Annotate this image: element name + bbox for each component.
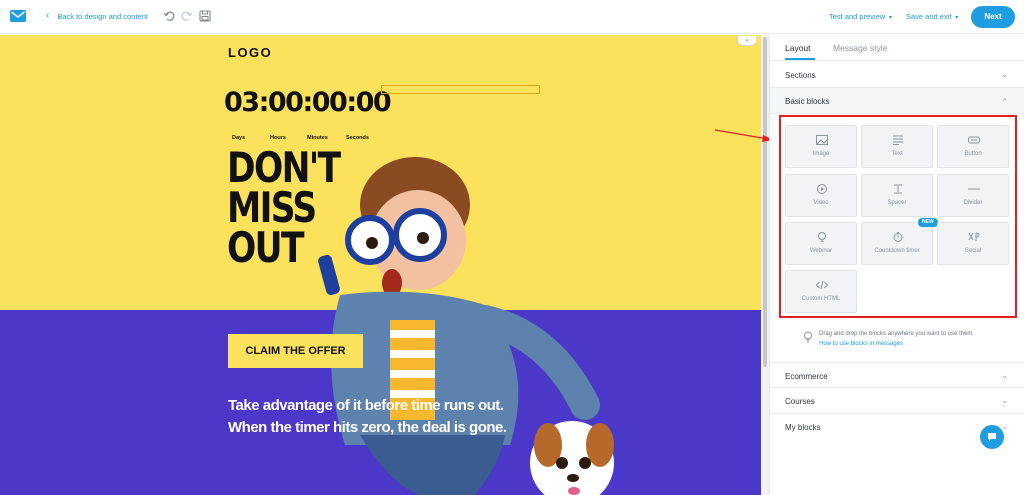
timer-icon (893, 232, 903, 242)
basic-blocks-label: Basic blocks (785, 97, 830, 106)
email-logo[interactable]: LOGO (228, 45, 272, 60)
block-button[interactable]: Button (937, 125, 1009, 168)
blocks-tip: Drag and drop the blocks anywhere you wa… (819, 329, 972, 349)
video-icon (817, 184, 827, 194)
ecommerce-label: Ecommerce (785, 372, 828, 381)
test-and-preview-menu[interactable]: Test and preview ▾ (829, 12, 892, 21)
courses-label: Courses (785, 397, 815, 406)
chat-support-button[interactable] (980, 425, 1004, 449)
divider-icon (968, 188, 980, 190)
block-label: Custom HTML (801, 296, 841, 302)
my-blocks-label: My blocks (785, 423, 821, 432)
sections-row[interactable]: Sections ⌄ (770, 62, 1024, 88)
code-icon (816, 280, 828, 290)
test-preview-label: Test and preview (829, 12, 886, 21)
block-label: Video (813, 200, 829, 206)
text-icon (893, 135, 903, 145)
ecommerce-row[interactable]: Ecommerce ⌄ (770, 362, 1024, 388)
block-label: Button (964, 151, 982, 157)
caret-down-icon: ▾ (953, 15, 959, 21)
tab-layout[interactable]: Layout (785, 43, 815, 60)
tab-message-style[interactable]: Message style (833, 43, 887, 53)
block-label: Text (891, 151, 903, 157)
chevron-left-icon: ‹ (46, 10, 50, 21)
top-toolbar: ‹ Back to design and content Test and pr… (0, 0, 1024, 34)
app-logo-icon[interactable] (10, 10, 26, 22)
collapse-preview-button[interactable]: ⌄ (737, 36, 757, 46)
undo-icon[interactable] (163, 10, 175, 22)
chevron-down-icon: ⌄ (1001, 370, 1009, 380)
panel-tabs: Layout Message style (770, 35, 1024, 61)
timer-value: 03:00:00:00 (224, 87, 392, 118)
timer-label-minutes: Minutes (307, 135, 328, 141)
spacer-icon (894, 184, 902, 194)
save-exit-label: Save and exit (906, 12, 952, 21)
caret-down-icon: ▾ (887, 15, 893, 21)
countdown-timer[interactable]: 03:00:00:00 Days Hours Minutes Seconds (224, 87, 392, 141)
block-video[interactable]: Video (785, 174, 857, 217)
annotation-arrow (714, 129, 774, 142)
body-line-1: Take advantage of it before time runs ou… (228, 397, 504, 414)
sections-label: Sections (785, 71, 816, 80)
block-text[interactable]: Text (861, 125, 933, 168)
button-icon (968, 136, 980, 144)
block-label: Image (812, 151, 830, 157)
chevron-down-icon: ⌄ (1001, 395, 1009, 405)
block-label: Countdown timer (874, 248, 920, 254)
timer-label-seconds: Seconds (346, 135, 369, 141)
courses-row[interactable]: Courses ⌄ (770, 388, 1024, 414)
save-and-exit-menu[interactable]: Save and exit ▾ (906, 12, 958, 21)
next-button[interactable]: Next (971, 6, 1015, 28)
back-link-label: Back to design and content (57, 11, 148, 21)
webinar-icon (818, 232, 826, 242)
block-image[interactable]: Image (785, 125, 857, 168)
block-social[interactable]: Social (937, 222, 1009, 265)
block-label: Webinar (809, 248, 833, 254)
chevron-up-icon: ⌃ (1001, 97, 1009, 107)
block-webinar[interactable]: Webinar (785, 222, 857, 265)
how-to-use-blocks-link[interactable]: How to use blocks in messages (819, 339, 972, 349)
block-label: Spacer (887, 200, 907, 206)
back-to-design-link[interactable]: ‹ Back to design and content (46, 11, 148, 21)
block-spacer[interactable]: Spacer (861, 174, 933, 217)
redo-icon[interactable] (181, 10, 193, 22)
timer-label-hours: Hours (270, 135, 286, 141)
claim-offer-button[interactable]: CLAIM THE OFFER (228, 334, 363, 368)
body-line-2: When the timer hits zero, the deal is go… (228, 419, 507, 436)
tip-text: Drag and drop the blocks anywhere you wa… (819, 331, 973, 337)
hero-illustration[interactable] (300, 145, 640, 495)
block-custom-html[interactable]: Custom HTML (785, 270, 857, 313)
block-countdown-timer[interactable]: NEW Countdown timer (861, 218, 938, 265)
save-icon[interactable] (199, 10, 211, 22)
chevron-down-icon: ⌄ (1001, 69, 1009, 79)
email-canvas[interactable]: LOGO 03:00:00:00 Days Hours Minutes Seco… (0, 35, 761, 495)
block-divider[interactable]: Divider (937, 174, 1009, 217)
selected-block-outline (381, 85, 540, 94)
image-icon (816, 135, 828, 145)
timer-label-days: Days (232, 135, 246, 141)
lightbulb-icon (804, 331, 812, 343)
body-copy[interactable]: Take advantage of it before time runs ou… (228, 395, 507, 439)
block-label: Divider (963, 200, 983, 206)
chat-icon (988, 433, 996, 441)
block-label: Social (964, 248, 982, 254)
basic-blocks-row[interactable]: Basic blocks ⌃ (770, 88, 1024, 114)
social-icon (968, 232, 980, 241)
new-badge: NEW (918, 218, 938, 227)
canvas-scrollbar-thumb[interactable] (763, 37, 767, 367)
